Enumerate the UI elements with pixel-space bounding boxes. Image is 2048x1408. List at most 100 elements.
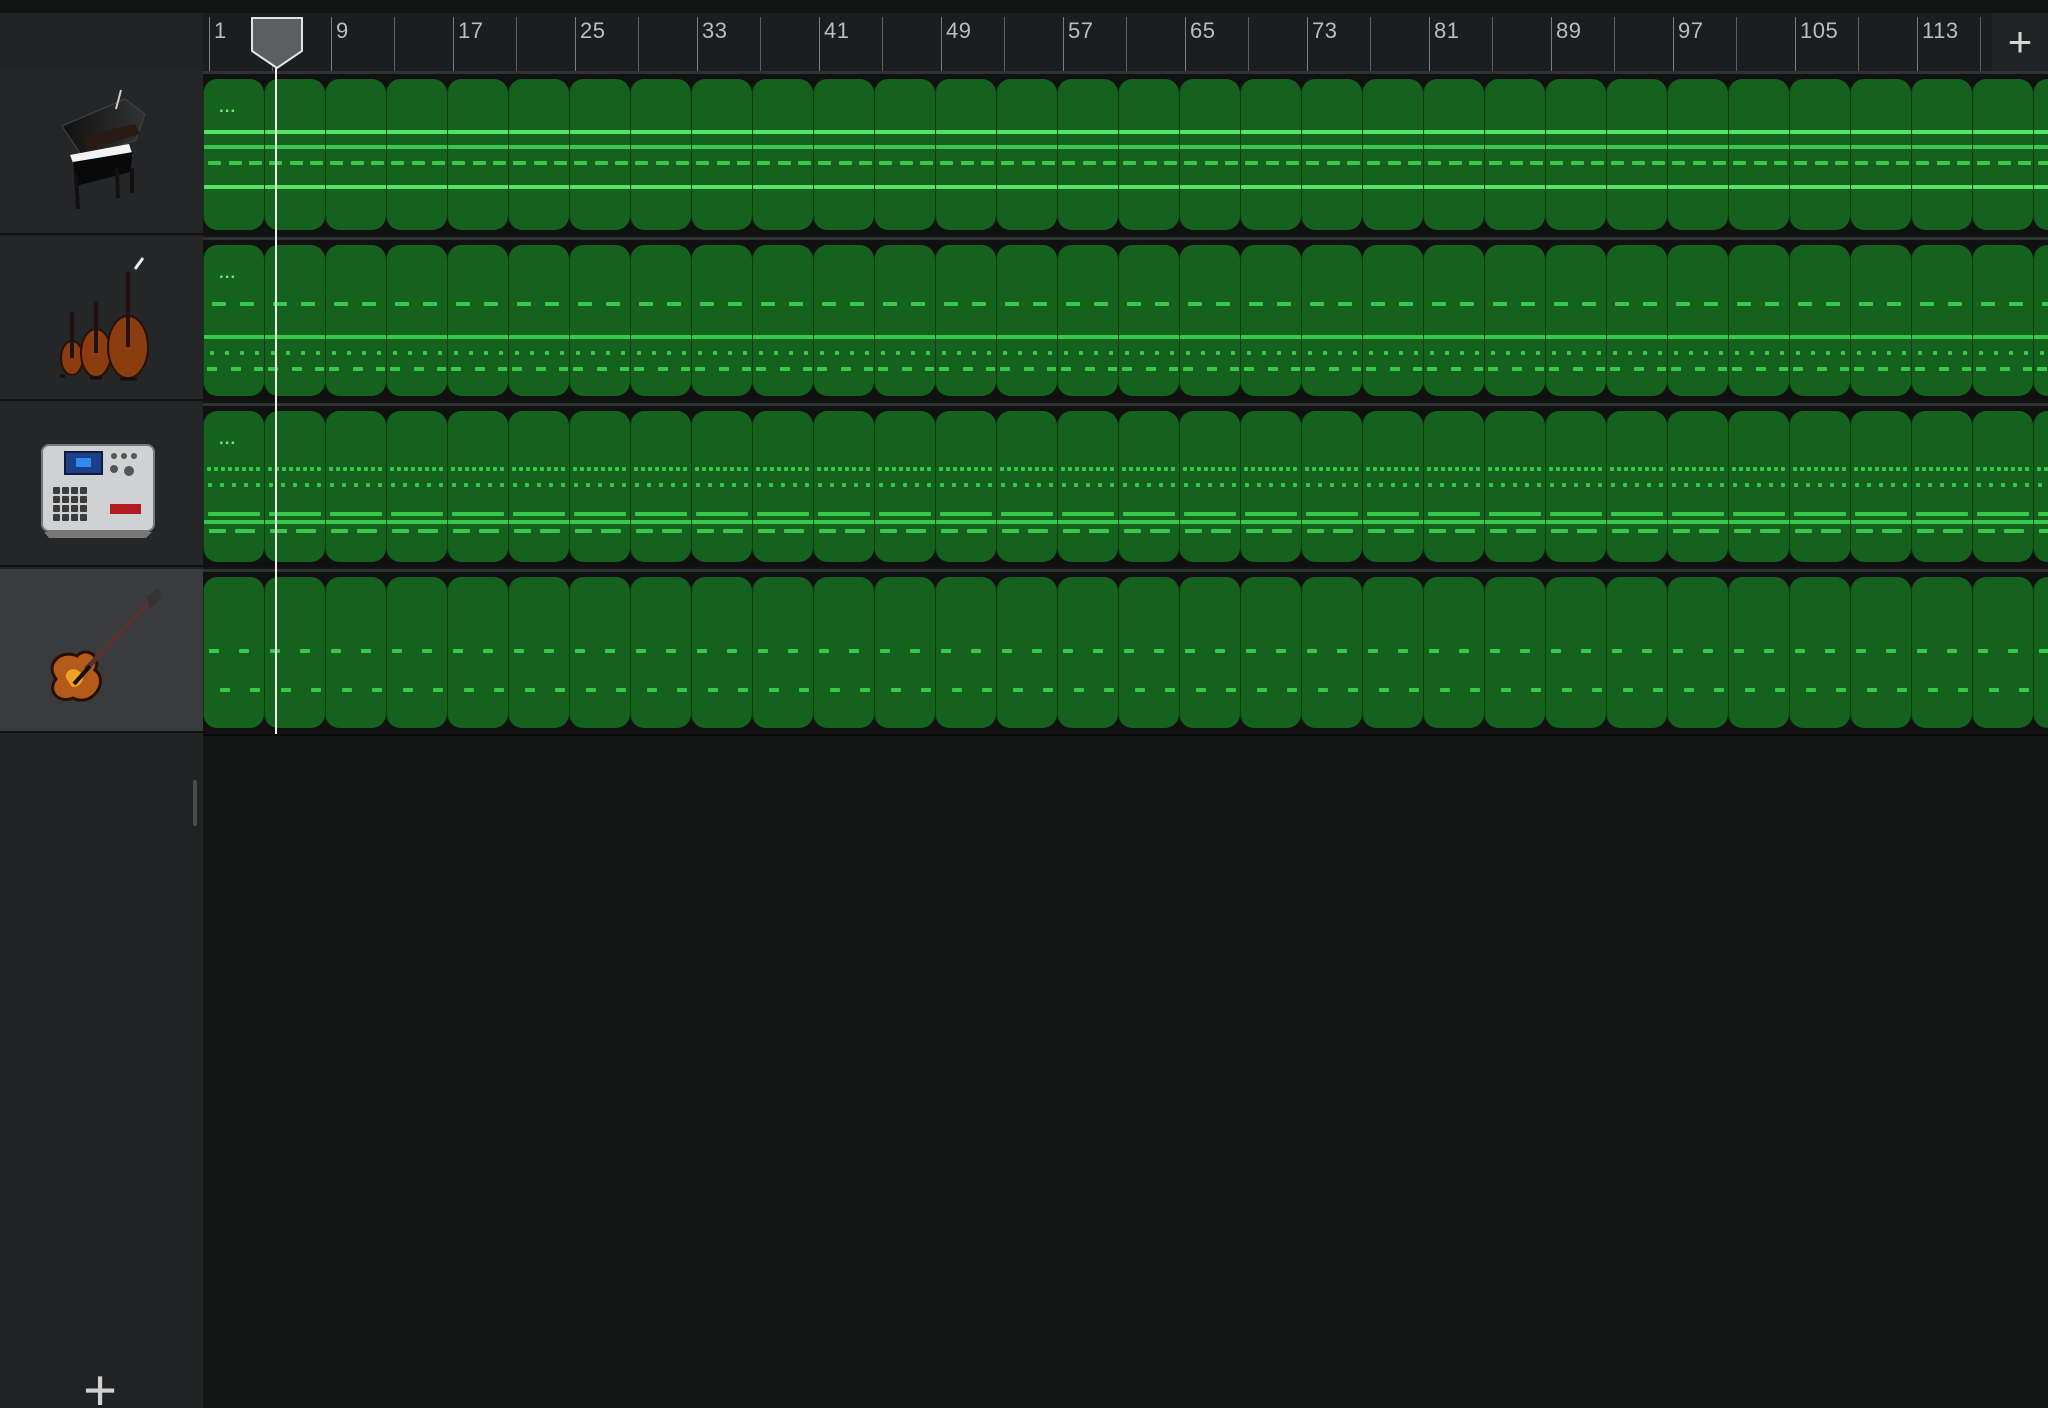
midi-region[interactable]: [630, 245, 691, 396]
track-header-grand-piano[interactable]: [0, 71, 203, 235]
midi-region[interactable]: [2033, 577, 2048, 728]
midi-region[interactable]: [1972, 411, 2033, 562]
midi-region[interactable]: [1606, 577, 1667, 728]
midi-region[interactable]: [996, 577, 1057, 728]
midi-region[interactable]: [1362, 577, 1423, 728]
midi-region[interactable]: [386, 245, 447, 396]
midi-region[interactable]: [1484, 79, 1545, 230]
midi-region[interactable]: [325, 411, 386, 562]
midi-region[interactable]: [1057, 79, 1118, 230]
midi-region[interactable]: [447, 245, 508, 396]
midi-region[interactable]: [1850, 79, 1911, 230]
midi-region[interactable]: [325, 79, 386, 230]
playhead-handle[interactable]: [249, 16, 305, 69]
midi-region[interactable]: [508, 411, 569, 562]
midi-region[interactable]: [874, 79, 935, 230]
midi-region[interactable]: [1789, 245, 1850, 396]
midi-region[interactable]: [874, 411, 935, 562]
track-lane-grand-piano[interactable]: ...: [203, 71, 2048, 235]
midi-region[interactable]: [1728, 79, 1789, 230]
track-list-scroll-indicator[interactable]: [193, 780, 197, 826]
midi-region[interactable]: [264, 411, 325, 562]
midi-region[interactable]: [1240, 245, 1301, 396]
track-lane-strings[interactable]: ...: [203, 237, 2048, 401]
midi-region[interactable]: [1850, 411, 1911, 562]
midi-region[interactable]: [325, 245, 386, 396]
drum-machine-icon[interactable]: [34, 421, 164, 551]
playhead-line[interactable]: [275, 22, 277, 734]
midi-region[interactable]: [691, 245, 752, 396]
midi-region[interactable]: [386, 577, 447, 728]
midi-region[interactable]: [996, 79, 1057, 230]
midi-region[interactable]: [813, 245, 874, 396]
midi-region[interactable]: ...: [203, 245, 264, 396]
midi-region[interactable]: [1301, 79, 1362, 230]
midi-region[interactable]: [1484, 245, 1545, 396]
bass-guitar-icon[interactable]: [34, 587, 164, 717]
midi-region[interactable]: [1911, 577, 1972, 728]
midi-region[interactable]: [1667, 245, 1728, 396]
midi-region[interactable]: [1972, 577, 2033, 728]
midi-region[interactable]: [1179, 411, 1240, 562]
midi-region[interactable]: [264, 577, 325, 728]
midi-region[interactable]: [935, 577, 996, 728]
midi-region[interactable]: [1423, 411, 1484, 562]
midi-region[interactable]: [1667, 577, 1728, 728]
midi-region[interactable]: [1850, 577, 1911, 728]
empty-track-area[interactable]: [203, 734, 2048, 1408]
track-lane-drum-machine[interactable]: ...: [203, 403, 2048, 567]
midi-region[interactable]: [1301, 411, 1362, 562]
midi-region[interactable]: [386, 411, 447, 562]
midi-region[interactable]: [1728, 245, 1789, 396]
midi-region[interactable]: [752, 411, 813, 562]
midi-region[interactable]: [569, 411, 630, 562]
midi-region[interactable]: [1240, 79, 1301, 230]
track-header-drum-machine[interactable]: [0, 403, 203, 567]
midi-region[interactable]: [569, 79, 630, 230]
midi-region[interactable]: [325, 577, 386, 728]
midi-region[interactable]: [1301, 577, 1362, 728]
midi-region[interactable]: [447, 577, 508, 728]
midi-region[interactable]: [1179, 245, 1240, 396]
midi-region[interactable]: [508, 245, 569, 396]
midi-region[interactable]: [630, 79, 691, 230]
midi-region[interactable]: [1545, 245, 1606, 396]
midi-region[interactable]: [752, 577, 813, 728]
midi-region[interactable]: [691, 411, 752, 562]
midi-region[interactable]: [1179, 79, 1240, 230]
midi-region[interactable]: [1789, 79, 1850, 230]
midi-region[interactable]: [1728, 577, 1789, 728]
midi-region[interactable]: [874, 245, 935, 396]
timeline-ruler[interactable]: 1 9 17 25 33 41 49 57 65 73 81 89 97 105 113: [203, 13, 1992, 72]
midi-region[interactable]: [1484, 411, 1545, 562]
midi-region[interactable]: [1301, 245, 1362, 396]
midi-region[interactable]: [996, 245, 1057, 396]
midi-region[interactable]: [569, 577, 630, 728]
midi-region[interactable]: [935, 79, 996, 230]
midi-region[interactable]: [1972, 79, 2033, 230]
midi-region[interactable]: [1179, 577, 1240, 728]
midi-region[interactable]: [1667, 411, 1728, 562]
midi-region[interactable]: [447, 79, 508, 230]
midi-region[interactable]: [813, 577, 874, 728]
track-header-bass[interactable]: [0, 569, 203, 733]
midi-region[interactable]: [813, 411, 874, 562]
midi-region[interactable]: [752, 79, 813, 230]
midi-region[interactable]: [630, 577, 691, 728]
strings-icon[interactable]: [34, 255, 164, 385]
midi-region[interactable]: [1606, 245, 1667, 396]
midi-region[interactable]: [691, 79, 752, 230]
midi-region[interactable]: [1789, 411, 1850, 562]
midi-region[interactable]: [996, 411, 1057, 562]
piano-icon[interactable]: [34, 89, 164, 219]
midi-region[interactable]: [264, 245, 325, 396]
midi-region[interactable]: [2033, 245, 2048, 396]
midi-region[interactable]: [1911, 79, 1972, 230]
midi-region[interactable]: [1240, 577, 1301, 728]
midi-region[interactable]: [1789, 577, 1850, 728]
midi-region[interactable]: [813, 79, 874, 230]
midi-region[interactable]: [1484, 577, 1545, 728]
midi-region[interactable]: [630, 411, 691, 562]
midi-region[interactable]: [1606, 411, 1667, 562]
midi-region[interactable]: [1850, 245, 1911, 396]
